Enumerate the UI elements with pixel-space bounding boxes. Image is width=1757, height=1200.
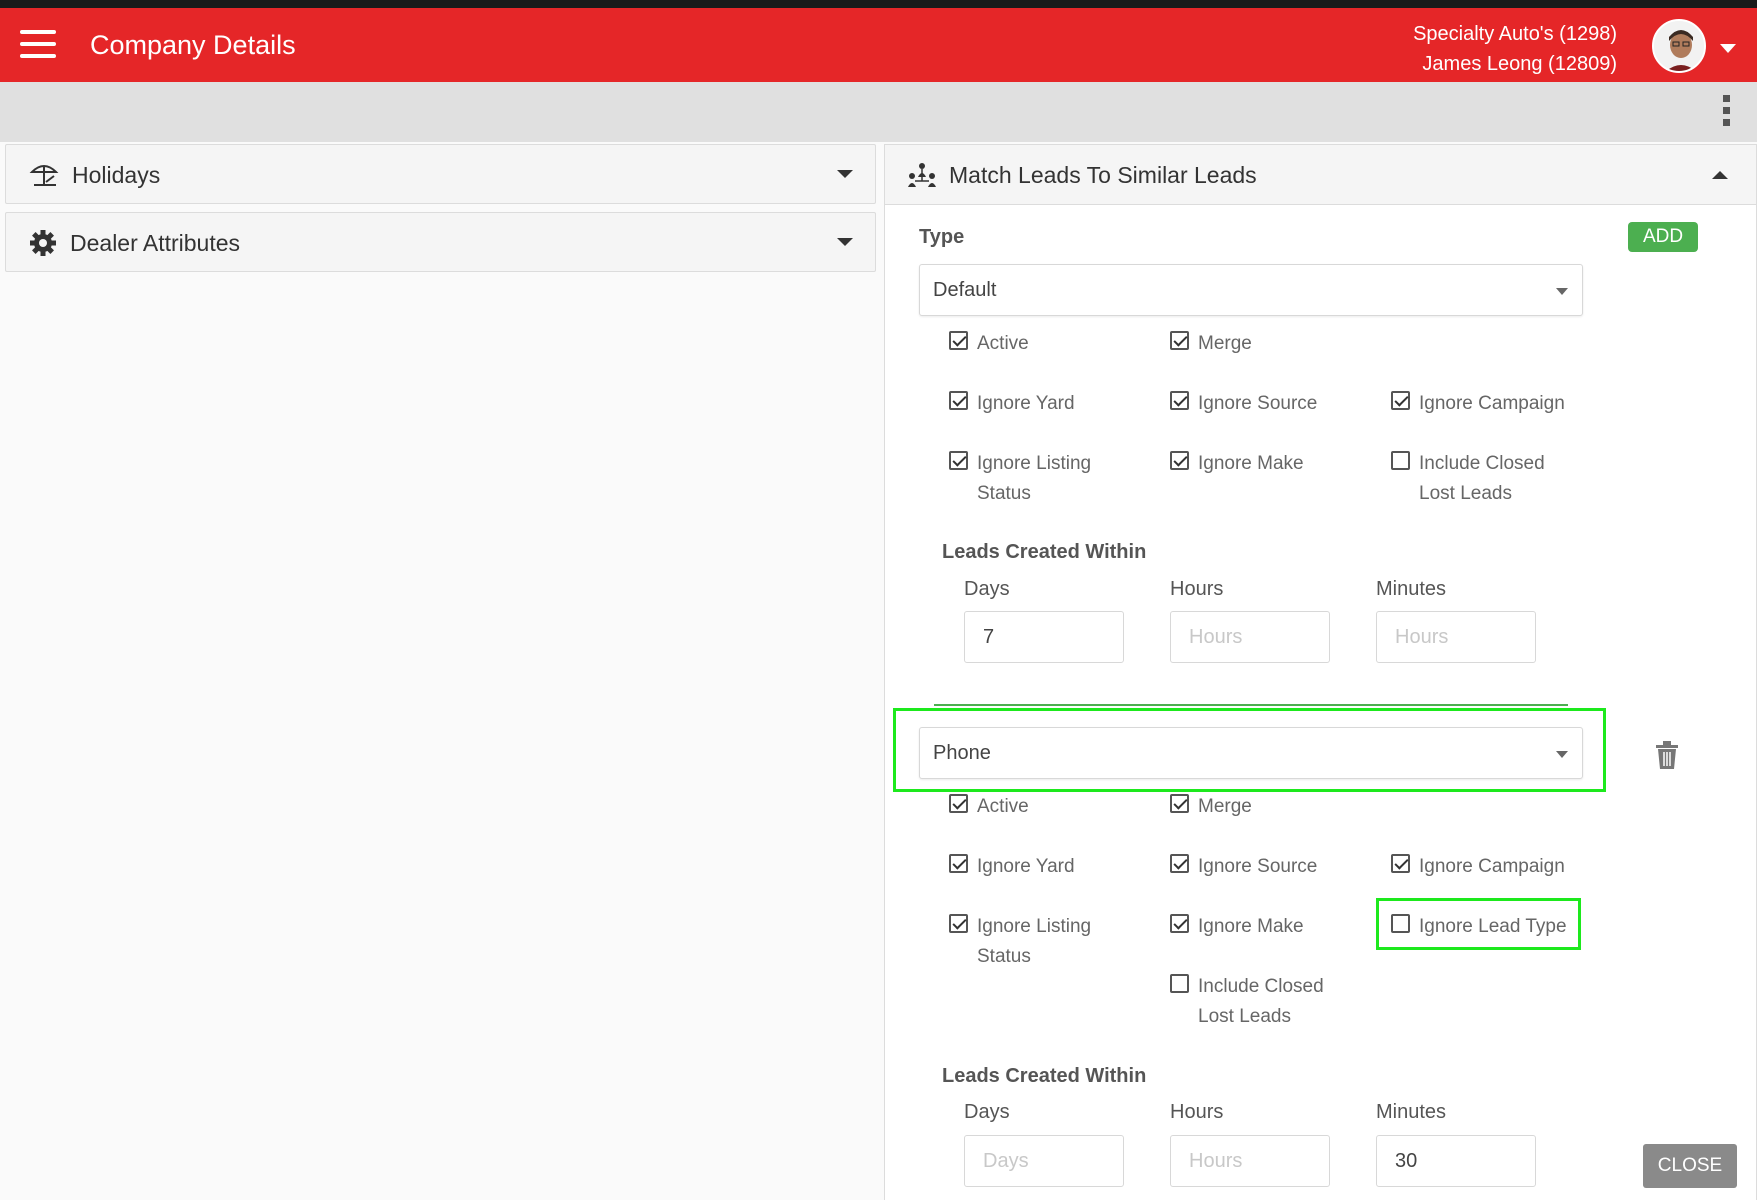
select-caret-icon (1556, 288, 1568, 295)
match-leads-header[interactable]: Match Leads To Similar Leads (885, 145, 1756, 205)
dealer-attributes-title: Dealer Attributes (70, 230, 241, 256)
days-label: Days (964, 1101, 1010, 1123)
checkbox-box (1391, 854, 1410, 873)
checkbox-box (949, 391, 968, 410)
dealer-name: Specialty Auto's (1298) (1413, 23, 1617, 45)
page-title: Company Details (90, 30, 296, 60)
checkbox-box (949, 451, 968, 470)
checkbox-box (1170, 914, 1189, 933)
people-network-icon (908, 163, 936, 187)
user-name: James Leong (12809) (1422, 53, 1617, 75)
checkbox-box (949, 914, 968, 933)
close-button[interactable]: CLOSE (1643, 1144, 1737, 1188)
user-menu-caret-icon[interactable] (1720, 44, 1736, 53)
days-input[interactable] (964, 611, 1124, 663)
dealer-attributes-panel[interactable]: Dealer Attributes (5, 212, 876, 272)
hours-input[interactable] (1170, 611, 1330, 663)
checkbox-box (1170, 854, 1189, 873)
add-button[interactable]: ADD (1628, 222, 1698, 252)
hours-label: Hours (1170, 1101, 1224, 1123)
app-header: Company Details Specialty Auto's (1298) … (0, 8, 1757, 82)
type-label: Type (919, 226, 965, 248)
hours-input[interactable] (1170, 1135, 1330, 1187)
type-select-value: Phone (933, 742, 991, 764)
more-options-icon[interactable] (1720, 95, 1732, 129)
days-input[interactable] (964, 1135, 1124, 1187)
rule-divider (934, 704, 1568, 706)
type-select-default[interactable]: Default (919, 264, 1583, 316)
minutes-label: Minutes (1376, 578, 1447, 600)
checkbox-box (949, 331, 968, 350)
avatar[interactable] (1652, 19, 1706, 73)
user-info: Specialty Auto's (1298) James Leong (128… (1413, 19, 1617, 79)
checkbox-box (1170, 391, 1189, 410)
window-top-strip (0, 0, 1757, 8)
trash-icon[interactable] (1655, 740, 1679, 770)
checkbox-box (949, 854, 968, 873)
hours-label: Hours (1170, 578, 1224, 600)
beach-umbrella-icon (29, 165, 59, 186)
chevron-down-icon[interactable] (837, 170, 853, 178)
checkbox-box (1391, 451, 1410, 470)
gear-icon (30, 230, 56, 256)
leads-created-within-label: Leads Created Within (942, 541, 1147, 563)
holidays-title: Holidays (72, 162, 161, 188)
checkbox-box (949, 794, 968, 813)
leads-created-within-label: Leads Created Within (942, 1065, 1147, 1087)
chevron-up-icon[interactable] (1712, 171, 1728, 179)
checkbox-box (1170, 794, 1189, 813)
checkbox-box (1170, 974, 1189, 993)
menu-icon[interactable] (20, 30, 56, 60)
chevron-down-icon[interactable] (837, 238, 853, 246)
minutes-input[interactable] (1376, 611, 1536, 663)
checkbox-box (1170, 451, 1189, 470)
days-label: Days (964, 578, 1010, 600)
minutes-input[interactable] (1376, 1135, 1536, 1187)
match-leads-title: Match Leads To Similar Leads (949, 162, 1257, 188)
select-caret-icon (1556, 751, 1568, 758)
type-select-value: Default (933, 279, 997, 301)
checkbox-box (1391, 914, 1410, 933)
toolbar (0, 82, 1757, 142)
checkbox-box (1170, 331, 1189, 350)
holidays-panel[interactable]: Holidays (5, 144, 876, 204)
checkbox-box (1391, 391, 1410, 410)
type-select-phone[interactable]: Phone (919, 727, 1583, 779)
minutes-label: Minutes (1376, 1101, 1447, 1123)
